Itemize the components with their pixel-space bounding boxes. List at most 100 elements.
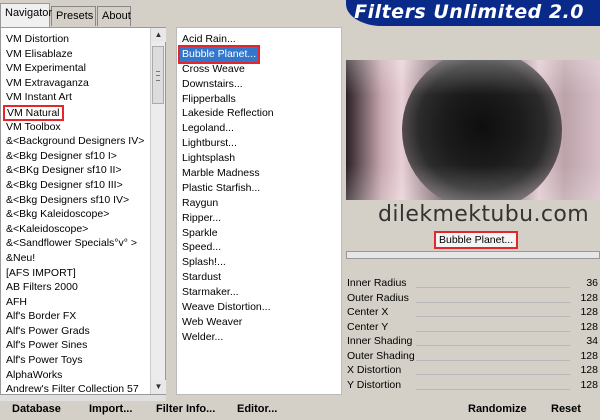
randomize-button[interactable]: Randomize xyxy=(468,403,527,415)
filter-item[interactable]: Starmaker... xyxy=(177,285,341,300)
category-item[interactable]: VM Distortion xyxy=(1,32,149,47)
horizontal-scrollbar[interactable] xyxy=(0,395,166,401)
category-item[interactable]: VM Experimental xyxy=(1,61,149,76)
tab-about[interactable]: About xyxy=(97,6,131,26)
param-label: Inner Shading xyxy=(347,335,413,347)
param-slider[interactable] xyxy=(416,359,570,361)
category-item[interactable]: &<Background Designers IV> xyxy=(1,134,149,149)
category-item[interactable]: VM Instant Art xyxy=(1,90,149,105)
category-list-panel: VM Distortion VM Elisablaze VM Experimen… xyxy=(0,27,166,395)
category-item[interactable]: Alf's Power Sines xyxy=(1,338,149,353)
param-label: X Distortion xyxy=(347,364,402,376)
scroll-thumb[interactable] xyxy=(152,46,164,104)
param-row[interactable]: Inner Radius 36 xyxy=(346,276,600,291)
filter-item[interactable]: Acid Rain... xyxy=(177,32,341,47)
category-item[interactable]: AlphaWorks xyxy=(1,368,149,383)
filter-item[interactable]: Ripper... xyxy=(177,211,341,226)
category-item[interactable]: &Neu! xyxy=(1,251,149,266)
param-row[interactable]: Center Y 128 xyxy=(346,320,600,335)
preview-zoom-bar[interactable] xyxy=(346,251,600,259)
reset-button[interactable]: Reset xyxy=(551,403,581,415)
category-item[interactable]: &<Bkg Designer sf10 III> xyxy=(1,178,149,193)
filter-item[interactable]: Weave Distortion... xyxy=(177,300,341,315)
scroll-down-icon[interactable]: ▼ xyxy=(151,380,166,394)
param-slider[interactable] xyxy=(416,374,570,375)
import-button[interactable]: Import... xyxy=(89,403,132,415)
watermark-text: dilekmektubu.com xyxy=(378,202,590,227)
filter-item[interactable]: Web Weaver xyxy=(177,315,341,330)
param-label: Outer Radius xyxy=(347,291,409,304)
category-item[interactable]: VM Elisablaze xyxy=(1,47,149,62)
param-slider[interactable] xyxy=(416,330,570,332)
category-item[interactable]: VM Toolbox xyxy=(1,120,149,135)
param-label: Center X xyxy=(347,306,389,318)
filter-item[interactable]: Cross Weave xyxy=(177,62,341,77)
param-label: Outer Shading xyxy=(347,349,415,362)
filter-item[interactable]: Splash!... xyxy=(177,255,341,270)
filter-item[interactable]: Speed... xyxy=(177,240,341,255)
category-item[interactable]: [AFS IMPORT] xyxy=(1,266,149,281)
filter-item[interactable]: Flipperballs xyxy=(177,92,341,107)
param-label: Y Distortion xyxy=(347,378,402,391)
param-slider[interactable] xyxy=(416,316,570,317)
param-label: Inner Radius xyxy=(347,277,407,289)
category-item[interactable]: Alf's Power Toys xyxy=(1,353,149,368)
param-value: 128 xyxy=(580,320,598,333)
param-value: 128 xyxy=(580,349,598,362)
database-button[interactable]: Database xyxy=(12,403,61,415)
editor-button[interactable]: Editor... xyxy=(237,403,277,415)
tab-bar: Navigator Presets About xyxy=(0,0,150,28)
category-item[interactable]: AB Filters 2000 xyxy=(1,280,149,295)
param-slider[interactable] xyxy=(416,301,570,303)
category-item[interactable]: VM Extravaganza xyxy=(1,76,149,91)
category-item-selected[interactable]: VM Natural xyxy=(3,104,64,121)
filter-item-selected[interactable]: Bubble Planet... xyxy=(177,44,261,64)
param-label: Center Y xyxy=(347,320,389,333)
filter-item[interactable]: Lakeside Reflection xyxy=(177,106,341,121)
scroll-up-icon[interactable]: ▲ xyxy=(151,28,166,42)
brand-banner: Filters Unlimited 2.0 xyxy=(346,0,600,26)
param-value: 128 xyxy=(580,291,598,304)
filter-item[interactable]: Lightsplash xyxy=(177,151,341,166)
tab-navigator[interactable]: Navigator xyxy=(0,3,52,27)
category-item[interactable]: Alf's Border FX xyxy=(1,309,149,324)
param-row[interactable]: Outer Shading 128 xyxy=(346,349,600,364)
filter-info-button[interactable]: Filter Info... xyxy=(156,403,215,415)
category-scrollbar[interactable]: ▲ ▼ xyxy=(150,28,166,394)
filter-item[interactable]: Marble Madness xyxy=(177,166,341,181)
current-filter-label: Bubble Planet... xyxy=(434,231,519,249)
category-item[interactable]: AFH xyxy=(1,295,149,310)
param-row[interactable]: Inner Shading 34 xyxy=(346,334,600,349)
category-item[interactable]: &<BKg Designer sf10 II> xyxy=(1,163,149,178)
tab-presets[interactable]: Presets xyxy=(51,6,96,26)
filter-item[interactable]: Welder... xyxy=(177,330,341,345)
category-item[interactable]: &<Bkg Kaleidoscope> xyxy=(1,207,149,222)
filter-preview-image[interactable] xyxy=(346,60,600,200)
filter-item[interactable]: Sparkle xyxy=(177,226,341,241)
parameter-panel: Inner Radius 36 Outer Radius 128 Center … xyxy=(346,276,600,396)
category-item[interactable]: &<Bkg Designers sf10 IV> xyxy=(1,193,149,208)
param-slider[interactable] xyxy=(416,287,570,288)
filter-list: Acid Rain... Bubble Planet... Cross Weav… xyxy=(177,28,341,345)
category-item[interactable]: &<Sandflower Specials°v° > xyxy=(1,236,149,251)
filter-item[interactable]: Legoland... xyxy=(177,121,341,136)
category-item[interactable]: Andrew's Filter Collection 57 xyxy=(1,382,149,394)
param-slider[interactable] xyxy=(416,388,570,390)
filter-item[interactable]: Downstairs... xyxy=(177,77,341,92)
param-value: 34 xyxy=(586,335,598,347)
param-row[interactable]: Y Distortion 128 xyxy=(346,378,600,393)
filter-item[interactable]: Lightburst... xyxy=(177,136,341,151)
param-row[interactable]: Center X 128 xyxy=(346,305,600,320)
category-item[interactable]: &<Bkg Designer sf10 I> xyxy=(1,149,149,164)
param-row[interactable]: X Distortion 128 xyxy=(346,363,600,378)
param-slider[interactable] xyxy=(416,345,570,346)
filter-item[interactable]: Plastic Starfish... xyxy=(177,181,341,196)
filter-item[interactable]: Raygun xyxy=(177,196,341,211)
param-row[interactable]: Outer Radius 128 xyxy=(346,291,600,306)
category-list: VM Distortion VM Elisablaze VM Experimen… xyxy=(1,28,149,394)
param-value: 128 xyxy=(580,378,598,391)
param-value: 128 xyxy=(580,364,598,376)
filter-item[interactable]: Stardust xyxy=(177,270,341,285)
category-item[interactable]: &<Kaleidoscope> xyxy=(1,222,149,237)
category-item[interactable]: Alf's Power Grads xyxy=(1,324,149,339)
